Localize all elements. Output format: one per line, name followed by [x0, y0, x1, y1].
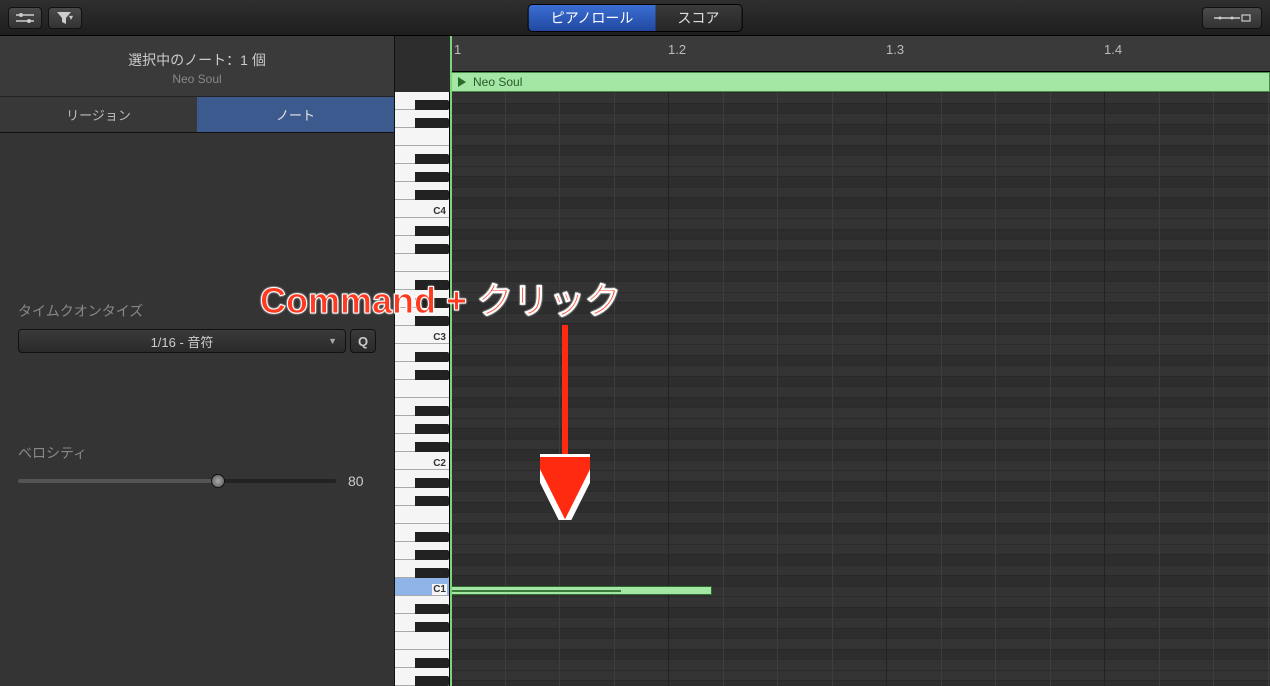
inspector-header: 選択中のノート：1 個 Neo Soul: [0, 36, 394, 96]
quantize-button[interactable]: Q: [350, 329, 376, 353]
view-tabs: ピアノロール スコア: [528, 4, 743, 32]
zoom-tool[interactable]: [1202, 7, 1262, 29]
time-ruler[interactable]: 1 1.2 1.3 1.4: [450, 36, 1270, 72]
sliders-icon: [16, 12, 34, 24]
roll-body: C4C3C2C1C0: [395, 92, 1270, 686]
inspector-panel: 選択中のノート：1 個 Neo Soul リージョン ノート タイムクオンタイズ…: [0, 36, 395, 686]
velocity-label: ベロシティ: [18, 443, 376, 463]
velocity-value: 80: [348, 473, 376, 489]
ruler-mark: 1.2: [668, 42, 686, 57]
ruler-mark: 1.3: [886, 42, 904, 57]
quantize-dropdown[interactable]: 1/16 - 音符 ▼: [18, 329, 346, 353]
region-name: Neo Soul: [473, 75, 522, 89]
zoom-icon: [1212, 11, 1252, 25]
tab-region[interactable]: リージョン: [0, 97, 197, 132]
region-header[interactable]: Neo Soul: [450, 72, 1270, 92]
slider-thumb[interactable]: [211, 474, 225, 488]
selection-title: 選択中のノート：1 個: [0, 50, 394, 70]
piano-roll: 1 1.2 1.3 1.4 Neo Soul C4C3C2C1C0: [395, 36, 1270, 686]
note-grid[interactable]: [450, 92, 1270, 686]
tab-score[interactable]: スコア: [655, 5, 741, 31]
slider-track[interactable]: [18, 479, 336, 483]
main: 選択中のノート：1 個 Neo Soul リージョン ノート タイムクオンタイズ…: [0, 36, 1270, 686]
midi-note[interactable]: [450, 586, 712, 595]
quantize-label: タイムクオンタイズ: [18, 301, 376, 321]
playhead[interactable]: [450, 36, 452, 686]
velocity-slider[interactable]: 80: [18, 473, 376, 489]
tab-note[interactable]: ノート: [197, 97, 394, 132]
settings-button[interactable]: [8, 7, 42, 29]
inspector-body: タイムクオンタイズ 1/16 - 音符 ▼ Q ベロシティ 80: [0, 133, 394, 686]
toolbar: ▾ ピアノロール スコア: [0, 0, 1270, 36]
filter-button[interactable]: ▾: [48, 7, 82, 29]
selection-subtitle: Neo Soul: [0, 72, 394, 86]
ruler-mark: 1: [454, 42, 461, 57]
chevron-down-icon: ▼: [328, 336, 337, 346]
inspector-tabs: リージョン ノート: [0, 96, 394, 133]
ruler-mark: 1.4: [1104, 42, 1122, 57]
slider-fill: [18, 479, 218, 483]
tab-piano-roll[interactable]: ピアノロール: [529, 5, 656, 31]
quantize-value: 1/16 - 音符: [151, 332, 214, 351]
piano-keyboard[interactable]: C4C3C2C1C0: [395, 92, 450, 686]
play-icon: [457, 77, 467, 87]
